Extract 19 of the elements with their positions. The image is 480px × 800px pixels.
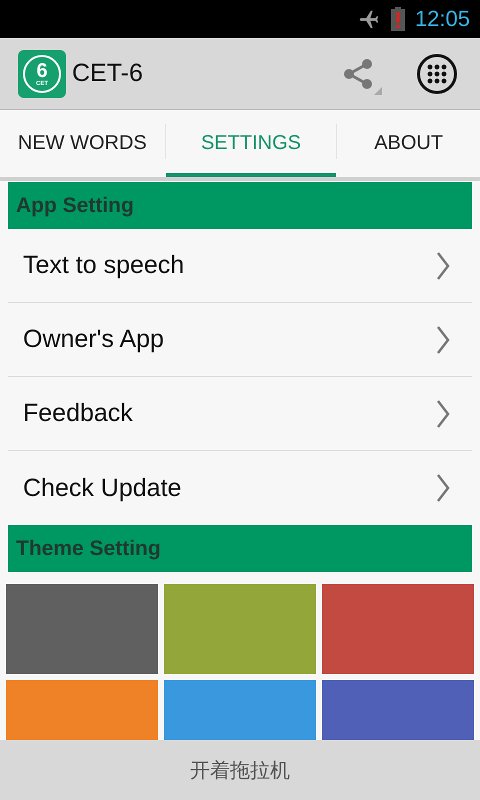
- section-header: App Setting: [8, 182, 472, 229]
- settings-item[interactable]: Text to speech: [8, 229, 472, 303]
- tab[interactable]: NEW WORDS: [0, 114, 165, 177]
- section-header: Theme Setting: [8, 525, 472, 572]
- chevron-right-icon: [436, 250, 450, 280]
- app-title: CET-6: [72, 59, 144, 88]
- theme-color-swatch[interactable]: [164, 584, 316, 674]
- chevron-right-icon: [436, 473, 450, 503]
- tab[interactable]: SETTINGS: [166, 114, 336, 177]
- theme-color-swatch[interactable]: [322, 584, 474, 674]
- chevron-right-icon: [436, 324, 450, 354]
- bottom-bar-text: 开着拖拉机: [190, 758, 290, 784]
- settings-item[interactable]: Check Update: [8, 451, 472, 525]
- chevron-right-icon: [436, 398, 450, 428]
- settings-item[interactable]: Owner's App: [8, 303, 472, 377]
- theme-color-swatch[interactable]: [6, 584, 158, 674]
- clock: 12:05: [414, 6, 470, 32]
- tab[interactable]: ABOUT: [337, 114, 480, 177]
- settings-item[interactable]: Feedback: [8, 377, 472, 451]
